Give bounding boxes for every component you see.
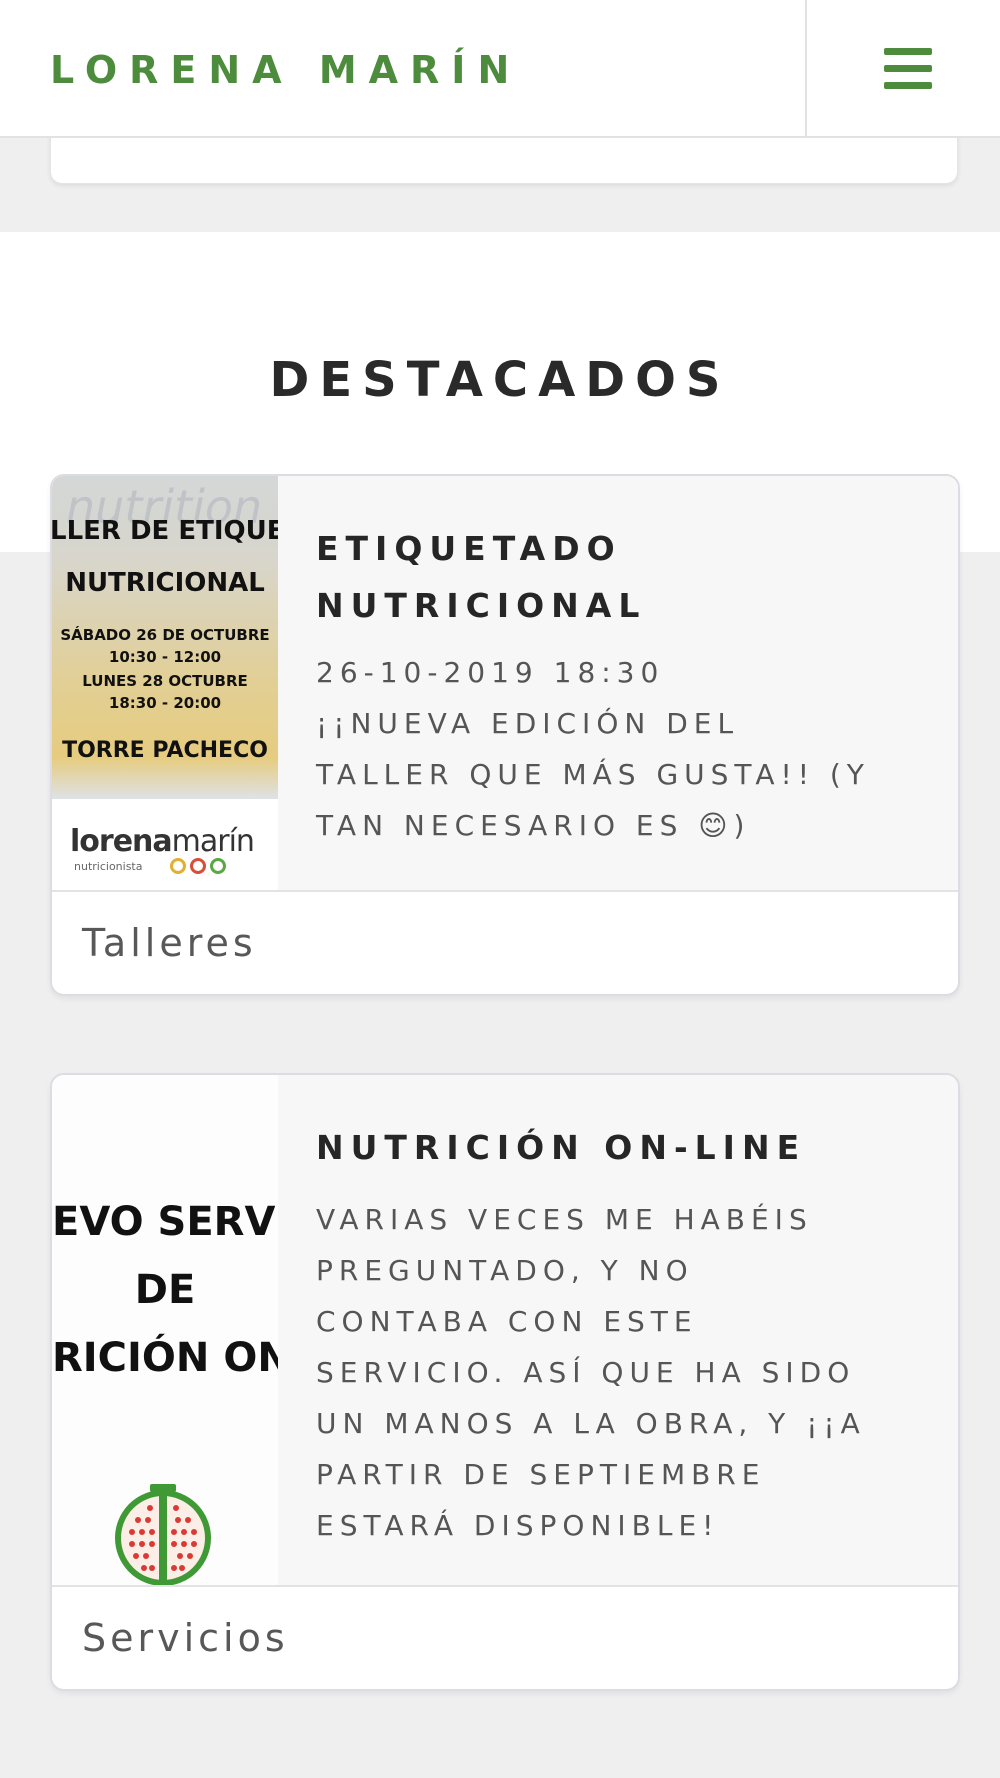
card-category[interactable]: Talleres — [52, 892, 958, 994]
image-line: SÁBADO 26 DE OCTUBRE — [60, 626, 270, 644]
card-image-servicio[interactable]: EVO SERVIC DE RICIÓN ONL — [52, 1075, 278, 1585]
image-line: LUNES 28 OCTUBRE — [82, 672, 248, 690]
image-line: DE — [134, 1267, 196, 1313]
hamburger-icon[interactable] — [884, 48, 932, 90]
brand-logo[interactable]: LORENA MARÍN — [50, 48, 521, 92]
image-line: NUTRICIONAL — [65, 568, 265, 598]
featured-card-etiquetado[interactable]: nutrition LLER DE ETIQUETA NUTRICIONAL S… — [50, 474, 960, 996]
image-line: EVO SERVIC — [52, 1199, 278, 1245]
card-content: EVO SERVIC DE RICIÓN ONL NUTRICIÓN ON-LI… — [52, 1075, 958, 1587]
card-title[interactable]: NUTRICIÓN ON-LINE — [316, 1119, 928, 1176]
image-line: 18:30 - 20:00 — [108, 694, 222, 712]
card-body: ETIQUETADO NUTRICIONAL 26-10-2019 18:30 … — [316, 520, 928, 851]
card-image-taller[interactable]: nutrition LLER DE ETIQUETA NUTRICIONAL S… — [52, 476, 278, 890]
image-logo: lorenamarín — [70, 824, 255, 859]
card-content: nutrition LLER DE ETIQUETA NUTRICIONAL S… — [52, 476, 958, 892]
card-excerpt: VARIAS VECES ME HABÉIS PREGUNTADO, Y NO … — [316, 1203, 866, 1542]
pomegranate-icon — [115, 1484, 211, 1585]
card-title[interactable]: ETIQUETADO NUTRICIONAL — [316, 520, 928, 634]
image-line: TORRE PACHECO — [62, 738, 268, 763]
site-header: LORENA MARÍN — [0, 0, 1000, 138]
image-logo-sub: nutricionista — [74, 860, 143, 873]
menu-divider — [805, 0, 807, 136]
card-date: 26-10-2019 18:30 — [316, 656, 665, 689]
section-title: DESTACADOS — [269, 352, 731, 408]
featured-card-online[interactable]: EVO SERVIC DE RICIÓN ONL NUTRICIÓN ON-LI… — [50, 1073, 960, 1691]
image-line: RICIÓN ONL — [52, 1335, 278, 1381]
card-category[interactable]: Servicios — [52, 1587, 958, 1689]
card-body: NUTRICIÓN ON-LINE VARIAS VECES ME HABÉIS… — [316, 1119, 928, 1551]
card-excerpt: ¡¡NUEVA EDICIÓN DEL TALLER QUE MÁS GUSTA… — [316, 707, 870, 842]
image-line: 10:30 - 12:00 — [108, 648, 222, 666]
image-line: LLER DE ETIQUETA — [52, 516, 278, 546]
logo-dots-icon — [170, 858, 230, 878]
